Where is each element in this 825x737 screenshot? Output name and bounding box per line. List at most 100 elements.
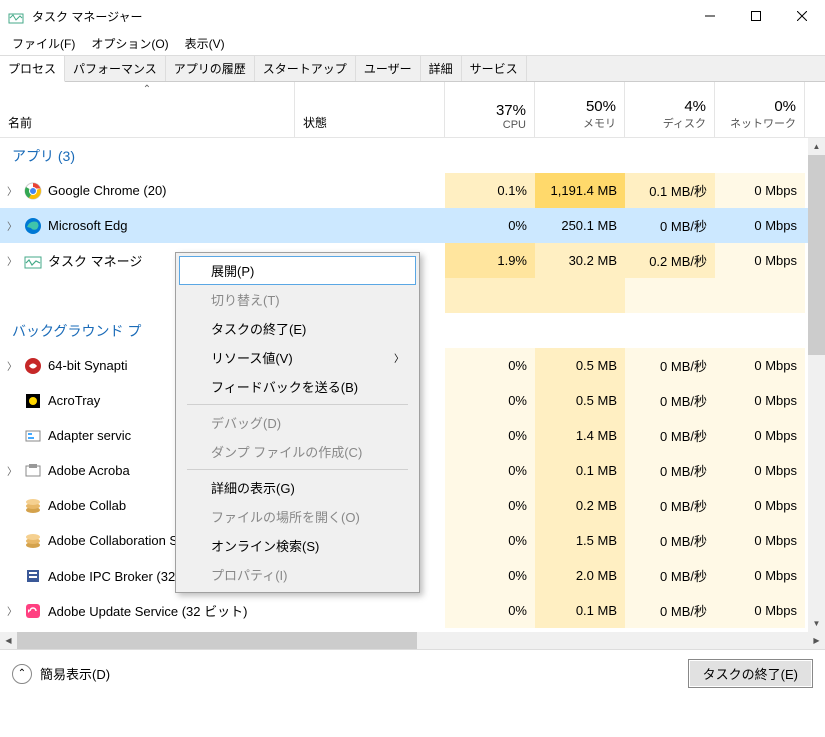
header-mem-label: メモリ (583, 115, 616, 131)
cpu-cell: 0% (445, 488, 535, 523)
disk-cell: 0 MB/秒 (625, 348, 715, 383)
process-row[interactable]: 〉Microsoft Edg0%250.1 MB0 MB/秒0 Mbps (0, 208, 808, 243)
network-cell: 0 Mbps (715, 593, 805, 628)
expand-chevron-icon[interactable]: 〉 (4, 218, 20, 233)
disk-cell: 0.1 MB/秒 (625, 173, 715, 208)
tab-services[interactable]: サービス (462, 56, 527, 81)
cpu-cell: 0% (445, 453, 535, 488)
context-menu-label: ファイルの場所を開く(O) (211, 507, 360, 526)
tab-startup[interactable]: スタートアップ (255, 56, 356, 81)
header-cpu-pct: 37% (496, 102, 526, 119)
tab-app-history[interactable]: アプリの履歴 (166, 56, 255, 81)
expand-chevron-icon[interactable]: 〉 (4, 358, 20, 373)
tab-details[interactable]: 詳細 (421, 56, 462, 81)
column-headers: ⌃ 名前 状態 37% CPU 50% メモリ 4% ディスク 0% ネットワー… (0, 82, 825, 138)
process-icon (24, 217, 42, 235)
disk-cell: 0 MB/秒 (625, 383, 715, 418)
network-cell: 0 Mbps (715, 523, 805, 558)
process-icon (24, 357, 42, 375)
horizontal-scrollbar[interactable]: ◀ ▶ (0, 632, 825, 649)
expand-chevron-icon[interactable]: 〉 (4, 253, 20, 268)
process-icon (24, 497, 42, 515)
fewer-details-button[interactable]: ⌃ 簡易表示(D) (12, 664, 110, 684)
header-cpu[interactable]: 37% CPU (445, 82, 535, 137)
context-menu-item: 切り替え(T) (179, 285, 416, 314)
process-name: Adobe Acroba (48, 463, 130, 478)
menu-file[interactable]: ファイル(F) (4, 33, 83, 54)
header-net-label: ネットワーク (730, 115, 796, 131)
header-network[interactable]: 0% ネットワーク (715, 82, 805, 137)
header-disk[interactable]: 4% ディスク (625, 82, 715, 137)
process-icon (24, 427, 42, 445)
context-menu-label: プロパティ(I) (211, 565, 288, 584)
process-name: Adobe Collab (48, 498, 126, 513)
process-icon (24, 532, 42, 550)
network-cell: 0 Mbps (715, 418, 805, 453)
expand-chevron-icon[interactable]: 〉 (4, 183, 20, 198)
minimize-button[interactable] (687, 0, 733, 32)
context-menu-label: リソース値(V) (211, 348, 293, 367)
process-name: Microsoft Edg (48, 218, 127, 233)
tab-processes[interactable]: プロセス (0, 56, 65, 82)
context-menu-label: 展開(P) (211, 261, 254, 280)
disk-cell: 0 MB/秒 (625, 418, 715, 453)
menu-options[interactable]: オプション(O) (83, 33, 176, 54)
header-name[interactable]: ⌃ 名前 (0, 82, 295, 137)
process-icon (24, 182, 42, 200)
process-row[interactable]: 〉Adobe Update Service (32 ビット)0%0.1 MB0 … (0, 593, 808, 628)
sort-chevron-icon: ⌃ (143, 84, 151, 95)
app-icon (8, 8, 24, 24)
expand-chevron-icon[interactable]: 〉 (4, 463, 20, 478)
menu-view[interactable]: 表示(V) (177, 33, 233, 54)
scroll-thumb[interactable] (808, 155, 825, 355)
titlebar: タスク マネージャー (0, 0, 825, 32)
process-row[interactable]: 〉Google Chrome (20)0.1%1,191.4 MB0.1 MB/… (0, 173, 808, 208)
expand-chevron-icon[interactable]: 〉 (4, 603, 20, 618)
context-menu-item[interactable]: リソース値(V) 〉 (179, 343, 416, 372)
header-disk-pct: 4% (684, 98, 706, 115)
context-menu-item[interactable]: タスクの終了(E) (179, 314, 416, 343)
end-task-button[interactable]: タスクの終了(E) (688, 659, 813, 688)
header-name-label: 名前 (8, 114, 32, 131)
header-memory[interactable]: 50% メモリ (535, 82, 625, 137)
context-menu-item[interactable]: 展開(P) (179, 256, 416, 285)
context-menu-item[interactable]: 詳細の表示(G) (179, 473, 416, 502)
maximize-button[interactable] (733, 0, 779, 32)
tab-performance[interactable]: パフォーマンス (65, 56, 166, 81)
submenu-arrow-icon: 〉 (394, 350, 404, 365)
context-menu-label: オンライン検索(S) (211, 536, 319, 555)
fewer-details-label: 簡易表示(D) (40, 664, 110, 683)
network-cell: 0 Mbps (715, 208, 805, 243)
header-disk-label: ディスク (663, 115, 706, 131)
process-icon (24, 602, 42, 620)
vertical-scrollbar[interactable]: ▲ ▼ (808, 138, 825, 632)
network-cell: 0 Mbps (715, 173, 805, 208)
scroll-up-icon[interactable]: ▲ (808, 138, 825, 155)
tab-users[interactable]: ユーザー (356, 56, 421, 81)
context-menu-label: フィードバックを送る(B) (211, 377, 358, 396)
tabs: プロセス パフォーマンス アプリの履歴 スタートアップ ユーザー 詳細 サービス (0, 56, 825, 82)
scroll-left-icon[interactable]: ◀ (0, 632, 17, 649)
process-name: Google Chrome (20) (48, 183, 167, 198)
hscroll-thumb[interactable] (17, 632, 417, 649)
header-status[interactable]: 状態 (295, 82, 445, 137)
context-menu-separator (187, 404, 408, 405)
process-name-cell: 〉Adobe Update Service (32 ビット) (0, 601, 445, 620)
cpu-cell: 0% (445, 418, 535, 453)
close-button[interactable] (779, 0, 825, 32)
group-apps[interactable]: アプリ (3) (0, 138, 808, 173)
disk-cell: 0 MB/秒 (625, 488, 715, 523)
context-menu-item: デバッグ(D) (179, 408, 416, 437)
context-menu-item: プロパティ(I) (179, 560, 416, 589)
disk-cell: 0 MB/秒 (625, 453, 715, 488)
process-name-cell: 〉 Google Chrome (20) (0, 182, 445, 200)
context-menu-item[interactable]: フィードバックを送る(B) (179, 372, 416, 401)
window-title: タスク マネージャー (32, 8, 687, 25)
header-status-label: 状態 (303, 114, 327, 131)
scroll-right-icon[interactable]: ▶ (808, 632, 825, 649)
network-cell: 0 Mbps (715, 383, 805, 418)
context-menu-item[interactable]: オンライン検索(S) (179, 531, 416, 560)
disk-cell: 0.2 MB/秒 (625, 243, 715, 278)
scroll-down-icon[interactable]: ▼ (808, 615, 825, 632)
context-menu-label: タスクの終了(E) (211, 319, 306, 338)
